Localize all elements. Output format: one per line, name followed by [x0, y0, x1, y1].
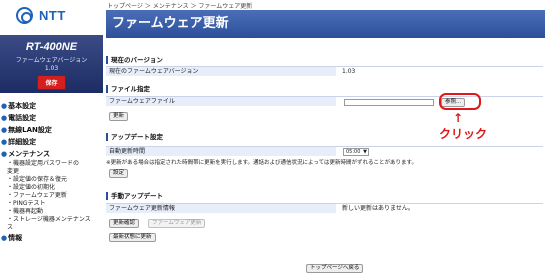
- firmware-version-value: 1.03: [44, 65, 59, 72]
- sidebar-subitem-reset[interactable]: ・設定値の初期化: [1, 184, 104, 192]
- update-info-row: ファームウェア更新情報 新しい更新はありません。: [106, 203, 543, 213]
- update-time-value: 05:00: [346, 149, 361, 155]
- save-button[interactable]: 保存: [37, 75, 66, 90]
- sidebar-subitem-storage[interactable]: ・ストレージ機器メンテナンス: [1, 216, 104, 224]
- device-model: RT-400NE: [25, 41, 78, 53]
- update-info-value: 新しい更新はありません。: [342, 205, 414, 212]
- firmware-file-label: ファームウェアファイル: [106, 97, 336, 106]
- update-note: ※更新がある場合は指定された時間帯に更新を実行します。通話および通信状況によって…: [106, 160, 417, 166]
- browse-highlight: [439, 93, 481, 110]
- sidebar: NTT RT-400NE ファームウェアバージョン 1.03 保存 ● 基本設定…: [0, 0, 104, 276]
- bullet-icon: ●: [1, 102, 8, 110]
- bullet-icon: ●: [1, 234, 8, 242]
- sidebar-item-phone[interactable]: ● 電話設定: [1, 112, 104, 124]
- sidebar-subitem-password-cont[interactable]: 変更: [1, 168, 104, 176]
- page-title: ファームウェア更新: [106, 10, 545, 38]
- section-heading-manual-update: 手動アップデート: [106, 192, 163, 200]
- update-time-select[interactable]: 05:00 ▼: [343, 148, 369, 156]
- device-info-panel: RT-400NE ファームウェアバージョン 1.03 保存: [0, 35, 103, 93]
- firmware-version-label: ファームウェアバージョン: [15, 57, 88, 64]
- sidebar-subitem-reboot[interactable]: ・機器再起動: [1, 208, 104, 216]
- bullet-icon: ●: [1, 114, 8, 122]
- section-heading-file: ファイル指定: [106, 85, 150, 93]
- firmware-file-input[interactable]: [344, 99, 434, 106]
- bullet-icon: ●: [1, 126, 8, 134]
- check-update-button[interactable]: 更新確認: [109, 219, 140, 228]
- sidebar-item-label: 無線LAN設定: [8, 126, 52, 134]
- sidebar-subitem-ping[interactable]: ・PINGテスト: [1, 200, 104, 208]
- chevron-down-icon: ▼: [363, 149, 367, 155]
- click-annotation: クリック: [439, 127, 488, 141]
- sidebar-item-wireless[interactable]: ● 無線LAN設定: [1, 124, 104, 136]
- section-heading-update-settings: アップデート設定: [106, 133, 163, 141]
- sidebar-subitem-backup[interactable]: ・設定値の保存＆復元: [1, 176, 104, 184]
- current-version-label: 現在のファームウェアバージョン: [106, 67, 336, 76]
- sidebar-item-basic[interactable]: ● 基本設定: [1, 100, 104, 112]
- firmware-update-button: ファームウェア更新: [148, 219, 206, 228]
- auto-update-row: 自動更新時間 05:00 ▼: [106, 146, 543, 156]
- section-heading-current-version: 現在のバージョン: [106, 56, 163, 64]
- sidebar-item-info[interactable]: ● 情報: [1, 232, 104, 244]
- sidebar-subitem-firmware[interactable]: ・ファームウェア更新: [1, 192, 104, 200]
- sidebar-subitem-storage-cont[interactable]: ス: [1, 224, 104, 232]
- update-info-label: ファームウェア更新情報: [106, 204, 336, 213]
- update-button[interactable]: 更新: [109, 112, 129, 121]
- sidebar-menu: ● 基本設定 ● 電話設定 ● 無線LAN設定 ● 詳細設定 ● メンテナンス …: [1, 100, 104, 244]
- back-to-top-button[interactable]: トップページへ戻る: [306, 264, 364, 273]
- breadcrumb: トップページ ＞ メンテナンス ＞ ファームウェア更新: [107, 3, 253, 10]
- current-version-row: 現在のファームウェアバージョン 1.03: [106, 66, 543, 76]
- sidebar-item-label: メンテナンス: [8, 150, 50, 158]
- refresh-latest-button[interactable]: 最新状態に更新: [109, 233, 156, 242]
- sidebar-item-label: 詳細設定: [8, 138, 37, 146]
- up-arrow-icon: ↑: [453, 111, 464, 125]
- current-version-value: 1.03: [342, 68, 356, 75]
- bullet-icon: ●: [1, 138, 8, 146]
- sidebar-subitem-password[interactable]: ・機器設定用パスワードの: [1, 160, 104, 168]
- sidebar-item-label: 情報: [8, 234, 23, 242]
- ntt-logo: NTT: [16, 7, 66, 24]
- bullet-icon: ●: [1, 150, 8, 158]
- set-button[interactable]: 設定: [109, 169, 129, 178]
- sidebar-item-maintenance[interactable]: ● メンテナンス: [1, 148, 104, 160]
- auto-update-label: 自動更新時間: [106, 147, 336, 156]
- sidebar-item-label: 基本設定: [8, 102, 37, 110]
- sidebar-item-advanced[interactable]: ● 詳細設定: [1, 136, 104, 148]
- ntt-logo-icon: [16, 7, 33, 24]
- sidebar-item-label: 電話設定: [8, 114, 37, 122]
- logo-text: NTT: [39, 8, 66, 23]
